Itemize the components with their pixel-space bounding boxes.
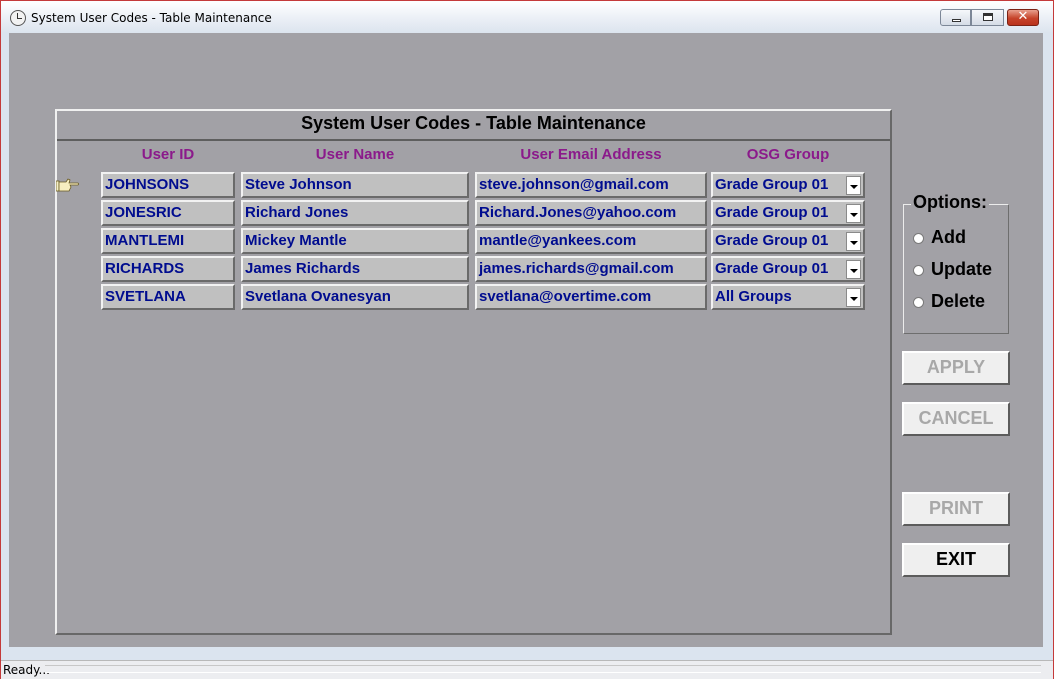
app-window: System User Codes - Table Maintenance ✕ … xyxy=(0,0,1054,679)
column-header-osg-group: OSG Group xyxy=(746,146,830,163)
minimize-icon xyxy=(952,19,961,22)
exit-button[interactable]: EXIT xyxy=(902,543,1010,577)
user-name-cell[interactable]: James Richards xyxy=(241,256,469,282)
user-id-cell[interactable]: JONESRIC xyxy=(101,200,235,226)
current-row-pointer-icon xyxy=(56,178,79,192)
chevron-down-icon[interactable] xyxy=(846,176,861,195)
chevron-down-icon[interactable] xyxy=(846,288,861,307)
osg-group-select[interactable]: Grade Group 01 xyxy=(711,256,865,282)
chevron-down-icon[interactable] xyxy=(846,204,861,223)
column-header-email: User Email Address xyxy=(520,146,662,163)
column-header-user-id: User ID xyxy=(141,146,195,163)
user-id-cell[interactable]: RICHARDS xyxy=(101,256,235,282)
email-cell[interactable]: steve.johnson@gmail.com xyxy=(475,172,707,198)
minimize-button[interactable] xyxy=(940,9,971,26)
update-radio[interactable] xyxy=(913,265,924,276)
window-title: System User Codes - Table Maintenance xyxy=(31,11,272,25)
osg-group-value: All Groups xyxy=(715,288,792,305)
user-id-cell[interactable]: MANTLEMI xyxy=(101,228,235,254)
column-header-user-name: User Name xyxy=(315,146,395,163)
chevron-down-icon[interactable] xyxy=(846,260,861,279)
email-cell[interactable]: mantle@yankees.com xyxy=(475,228,707,254)
apply-button[interactable]: APPLY xyxy=(902,351,1010,385)
osg-group-value: Grade Group 01 xyxy=(715,260,829,277)
user-id-cell[interactable]: SVETLANA xyxy=(101,284,235,310)
delete-label: Delete xyxy=(931,291,986,311)
options-legend: Options: xyxy=(911,192,989,213)
clock-icon xyxy=(10,10,26,26)
user-name-cell[interactable]: Richard Jones xyxy=(241,200,469,226)
osg-group-select[interactable]: Grade Group 01 xyxy=(711,228,865,254)
print-button[interactable]: PRINT xyxy=(902,492,1010,526)
add-radio[interactable] xyxy=(913,233,924,244)
osg-group-select[interactable]: Grade Group 01 xyxy=(711,172,865,198)
osg-group-select[interactable]: Grade Group 01 xyxy=(711,200,865,226)
osg-group-value: Grade Group 01 xyxy=(715,232,829,249)
osg-group-select[interactable]: All Groups xyxy=(711,284,865,310)
email-cell[interactable]: svetlana@overtime.com xyxy=(475,284,707,310)
email-cell[interactable]: Richard.Jones@yahoo.com xyxy=(475,200,707,226)
status-text: Ready... xyxy=(3,663,50,677)
osg-group-value: Grade Group 01 xyxy=(715,176,829,193)
delete-radio[interactable] xyxy=(913,297,924,308)
status-bar: Ready... xyxy=(1,660,1053,679)
title-bar[interactable]: System User Codes - Table Maintenance ✕ xyxy=(1,1,1053,33)
cancel-button[interactable]: CANCEL xyxy=(902,402,1010,436)
add-label: Add xyxy=(931,227,966,247)
maximize-icon xyxy=(983,13,993,21)
close-icon: ✕ xyxy=(1017,9,1029,24)
user-id-cell[interactable]: JOHNSONS xyxy=(101,172,235,198)
user-name-cell[interactable]: Svetlana Ovanesyan xyxy=(241,284,469,310)
status-divider xyxy=(45,665,1041,673)
osg-group-value: Grade Group 01 xyxy=(715,204,829,221)
close-button[interactable]: ✕ xyxy=(1007,9,1039,26)
update-label: Update xyxy=(931,259,993,279)
panel-title: System User Codes - Table Maintenance xyxy=(301,113,646,133)
chevron-down-icon[interactable] xyxy=(846,232,861,251)
user-name-cell[interactable]: Mickey Mantle xyxy=(241,228,469,254)
maximize-button[interactable] xyxy=(971,9,1004,26)
panel-header: System User Codes - Table Maintenance xyxy=(57,111,890,141)
user-name-cell[interactable]: Steve Johnson xyxy=(241,172,469,198)
email-cell[interactable]: james.richards@gmail.com xyxy=(475,256,707,282)
